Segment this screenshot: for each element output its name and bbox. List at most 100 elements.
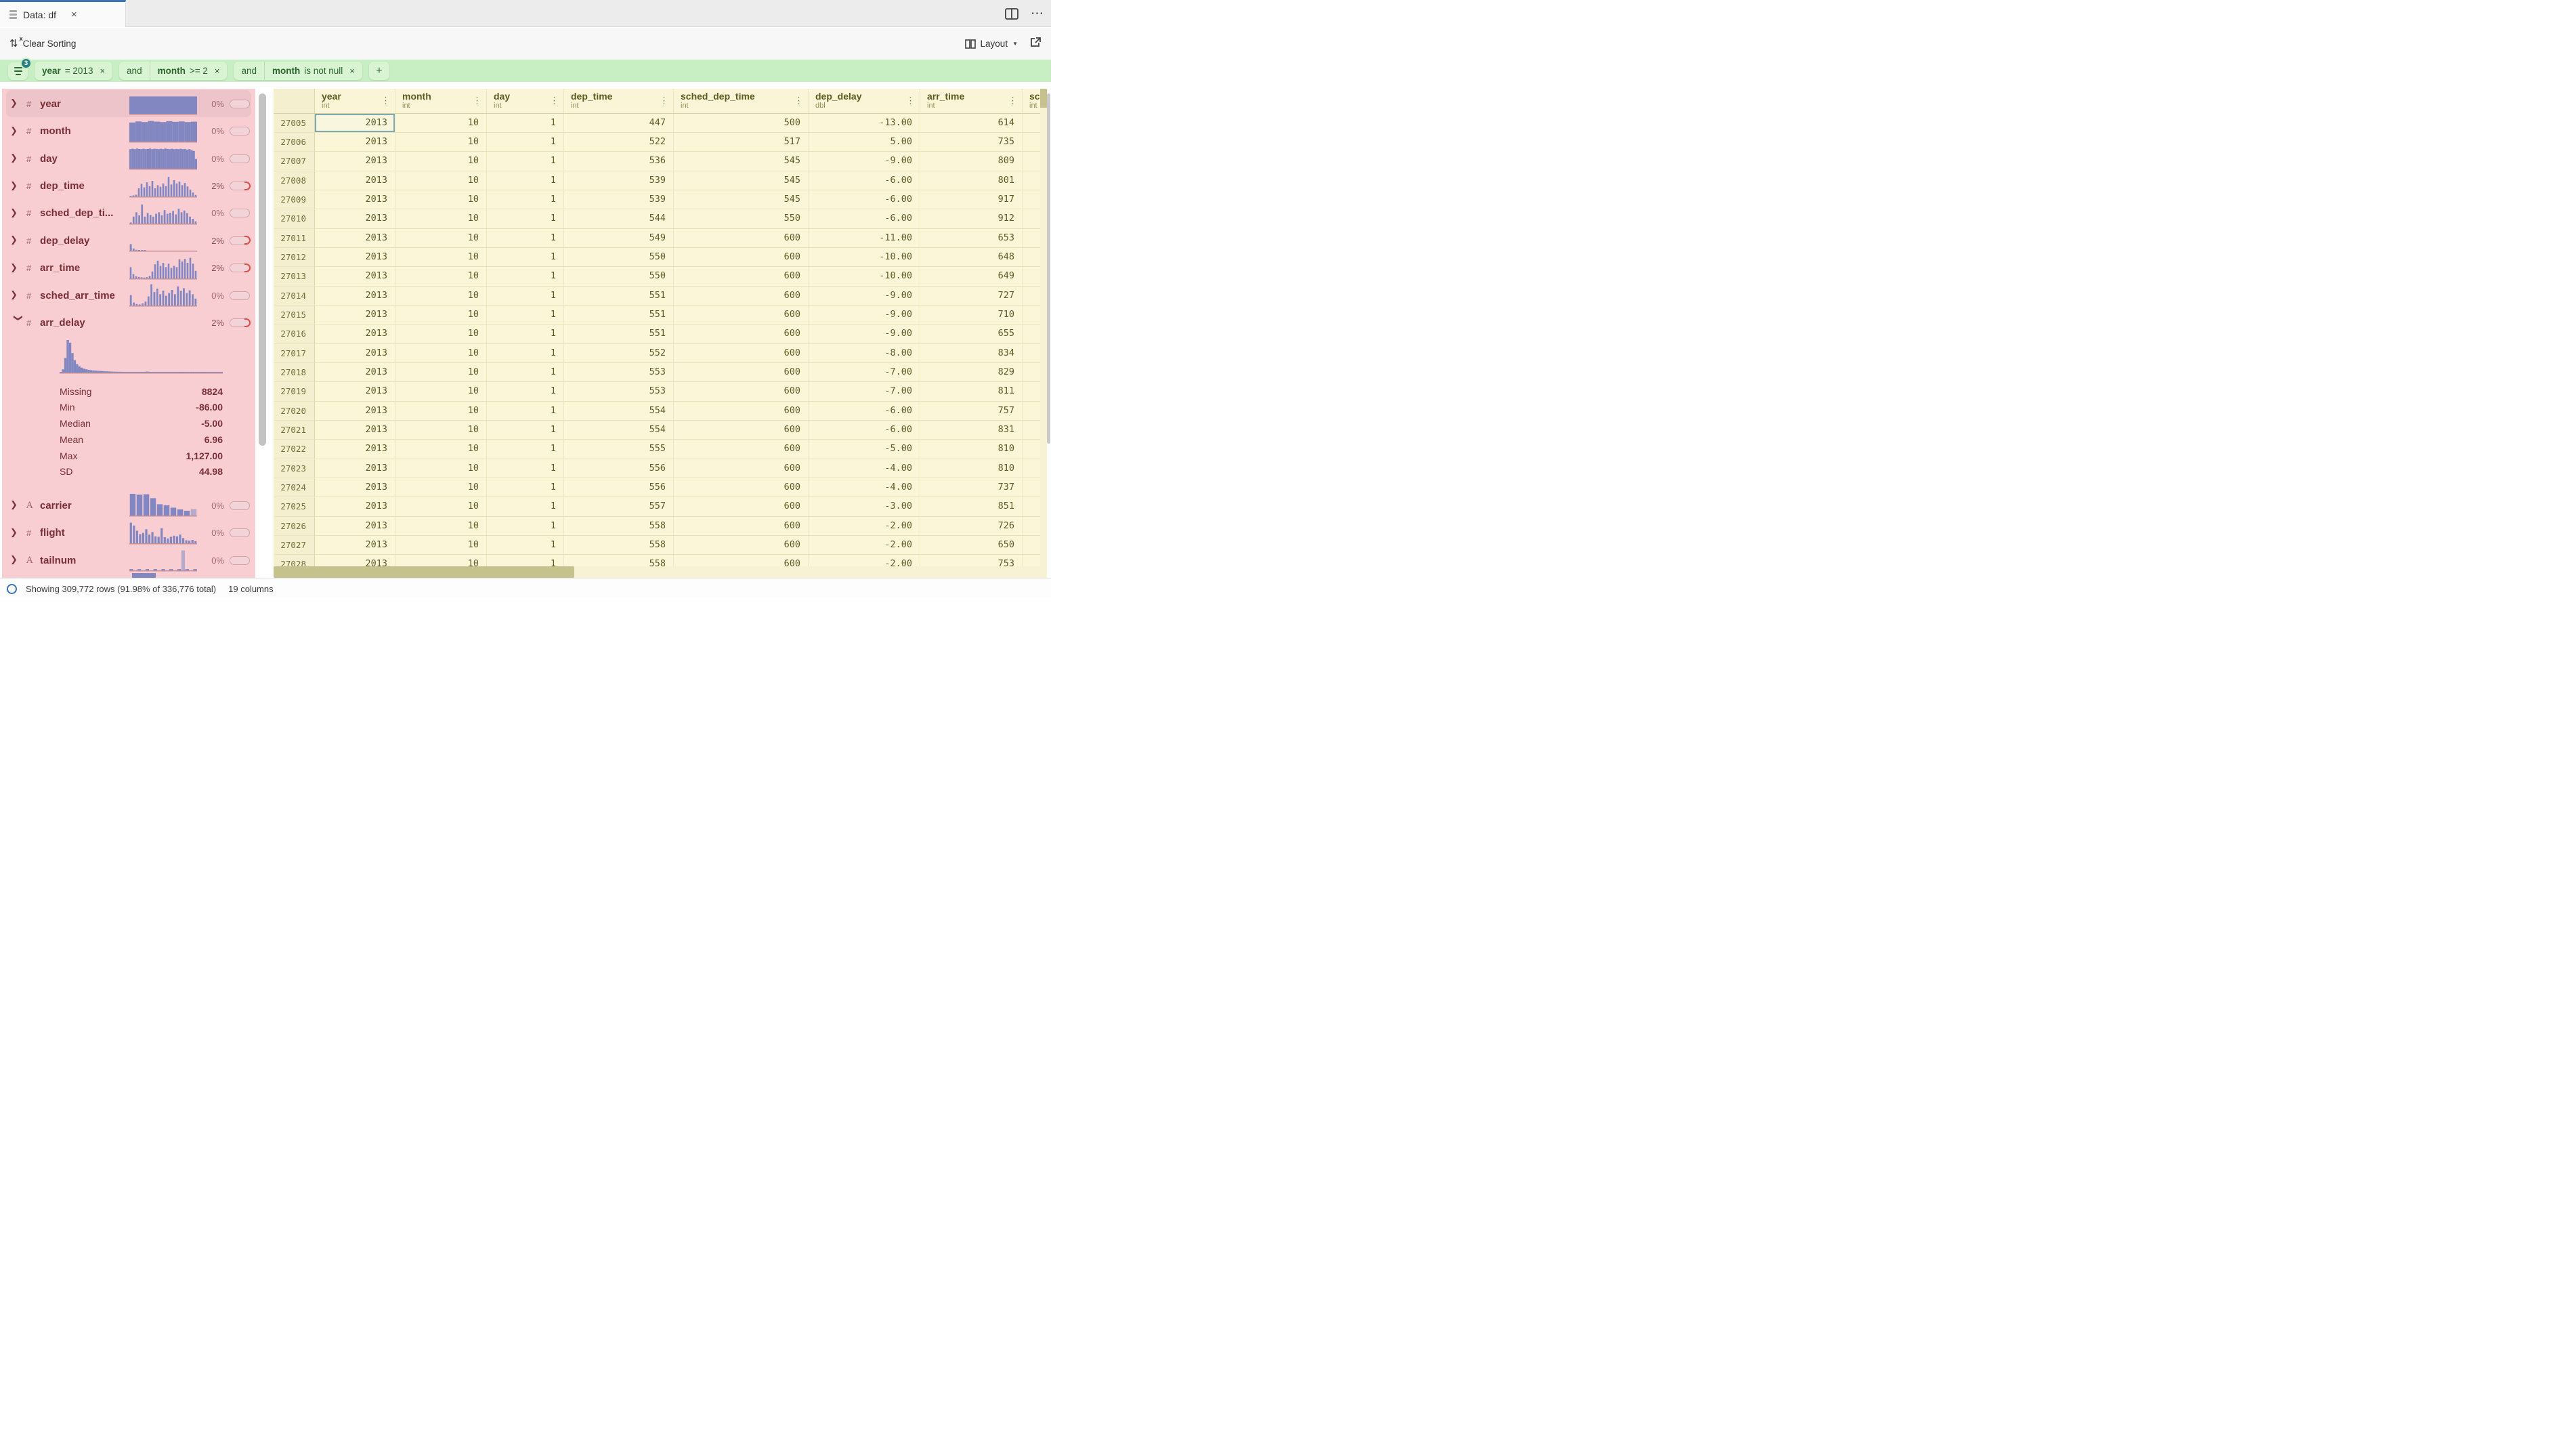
table-cell[interactable]: -2.00: [809, 536, 920, 555]
filter-pill[interactable]: andmonthis not null×: [234, 62, 362, 80]
table-cell[interactable]: 545: [674, 171, 809, 190]
table-cell[interactable]: 2013: [315, 287, 395, 306]
table-cell[interactable]: 2013: [315, 267, 395, 286]
table-cell[interactable]: 735: [920, 133, 1023, 152]
table-cell[interactable]: 650: [920, 536, 1023, 555]
table-cell[interactable]: 2013: [315, 363, 395, 382]
column-header-dep_time[interactable]: dep_timeint⋮: [564, 89, 674, 113]
row-number[interactable]: 27021: [274, 421, 315, 440]
table-cell[interactable]: 600: [674, 267, 809, 286]
table-cell[interactable]: -9.00: [809, 306, 920, 324]
grid-horizontal-scrollbar-thumb[interactable]: [274, 566, 574, 578]
table-cell[interactable]: 810: [920, 440, 1023, 459]
chevron-collapsed-icon[interactable]: ❯: [10, 180, 26, 191]
sidebar-column-row[interactable]: ❯#sched_arr_time0%: [6, 282, 251, 309]
table-cell[interactable]: 1: [487, 382, 564, 401]
table-cell[interactable]: -7.00: [809, 363, 920, 382]
filter-menu-button[interactable]: 3: [8, 62, 28, 80]
chevron-expanded-icon[interactable]: ❯: [13, 314, 24, 331]
table-cell[interactable]: 600: [674, 536, 809, 555]
table-cell[interactable]: 558: [564, 517, 674, 536]
chevron-collapsed-icon[interactable]: ❯: [10, 499, 26, 510]
chevron-collapsed-icon[interactable]: ❯: [10, 262, 26, 273]
column-menu-icon[interactable]: ⋮: [906, 96, 915, 106]
table-cell[interactable]: 1: [487, 267, 564, 286]
table-cell[interactable]: 600: [674, 248, 809, 267]
chevron-collapsed-icon[interactable]: ❯: [10, 125, 26, 136]
table-cell[interactable]: 600: [674, 459, 809, 478]
table-cell[interactable]: 2013: [315, 209, 395, 228]
table-cell[interactable]: 600: [674, 306, 809, 324]
table-cell[interactable]: -5.00: [809, 440, 920, 459]
table-cell[interactable]: 1: [487, 363, 564, 382]
sidebar-column-row[interactable]: ❯#day0%: [6, 145, 251, 172]
column-header-arr_time[interactable]: arr_timeint⋮: [920, 89, 1023, 113]
row-number[interactable]: 27011: [274, 229, 315, 248]
row-number[interactable]: 27012: [274, 248, 315, 267]
table-cell[interactable]: 553: [564, 363, 674, 382]
column-menu-icon[interactable]: ⋮: [473, 96, 481, 106]
table-cell[interactable]: 600: [674, 229, 809, 248]
table-cell[interactable]: -6.00: [809, 171, 920, 190]
table-cell[interactable]: -7.00: [809, 382, 920, 401]
close-icon[interactable]: ×: [71, 9, 77, 20]
table-cell[interactable]: 600: [674, 324, 809, 343]
table-cell[interactable]: -10.00: [809, 267, 920, 286]
table-cell[interactable]: 10: [395, 190, 487, 209]
table-cell[interactable]: 2013: [315, 402, 395, 421]
table-cell[interactable]: 1: [487, 114, 564, 133]
table-cell[interactable]: 917: [920, 190, 1023, 209]
table-cell[interactable]: 10: [395, 306, 487, 324]
table-cell[interactable]: -11.00: [809, 229, 920, 248]
table-cell[interactable]: 834: [920, 344, 1023, 363]
table-cell[interactable]: 2013: [315, 171, 395, 190]
table-cell[interactable]: -9.00: [809, 287, 920, 306]
sidebar-column-row[interactable]: ❯#arr_delay2%: [6, 310, 251, 337]
table-cell[interactable]: 649: [920, 267, 1023, 286]
table-cell[interactable]: 600: [674, 287, 809, 306]
table-cell[interactable]: -4.00: [809, 459, 920, 478]
table-cell[interactable]: 500: [674, 114, 809, 133]
table-cell[interactable]: -2.00: [809, 517, 920, 536]
chevron-collapsed-icon[interactable]: ❯: [10, 289, 26, 300]
column-menu-icon[interactable]: ⋮: [794, 96, 803, 106]
table-cell[interactable]: 2013: [315, 536, 395, 555]
table-cell[interactable]: -4.00: [809, 478, 920, 497]
table-cell[interactable]: 757: [920, 402, 1023, 421]
table-cell[interactable]: 544: [564, 209, 674, 228]
remove-filter-icon[interactable]: ×: [349, 66, 355, 76]
table-cell[interactable]: 551: [564, 306, 674, 324]
table-cell[interactable]: -8.00: [809, 344, 920, 363]
sidebar-scrollbar-thumb[interactable]: [259, 93, 266, 446]
table-cell[interactable]: 600: [674, 344, 809, 363]
table-cell[interactable]: 10: [395, 555, 487, 566]
table-cell[interactable]: 1: [487, 402, 564, 421]
table-cell[interactable]: -9.00: [809, 324, 920, 343]
table-cell[interactable]: 10: [395, 363, 487, 382]
table-cell[interactable]: 536: [564, 152, 674, 171]
row-number[interactable]: 27023: [274, 459, 315, 478]
table-cell[interactable]: 553: [564, 382, 674, 401]
table-cell[interactable]: 753: [920, 555, 1023, 566]
table-cell[interactable]: 710: [920, 306, 1023, 324]
split-view-icon[interactable]: [1005, 8, 1018, 20]
table-cell[interactable]: -13.00: [809, 114, 920, 133]
table-cell[interactable]: 10: [395, 171, 487, 190]
table-cell[interactable]: 614: [920, 114, 1023, 133]
table-cell[interactable]: 10: [395, 536, 487, 555]
sidebar-column-row[interactable]: ❯#flight0%: [6, 520, 251, 547]
column-menu-icon[interactable]: ⋮: [381, 96, 390, 106]
row-number[interactable]: 27013: [274, 267, 315, 286]
sidebar-column-row[interactable]: ❯Atailnum0%: [6, 547, 251, 574]
table-cell[interactable]: 2013: [315, 324, 395, 343]
table-cell[interactable]: 600: [674, 363, 809, 382]
grid-scrollbar-corner[interactable]: [1040, 89, 1047, 108]
row-number[interactable]: 27015: [274, 306, 315, 324]
grid-vertical-scrollbar-track[interactable]: [1040, 89, 1047, 578]
clear-sorting-button[interactable]: ⇅x Clear Sorting: [9, 39, 76, 49]
table-cell[interactable]: 2013: [315, 133, 395, 152]
table-cell[interactable]: 539: [564, 190, 674, 209]
table-cell[interactable]: -2.00: [809, 555, 920, 566]
row-number[interactable]: 27026: [274, 517, 315, 536]
table-cell[interactable]: 737: [920, 478, 1023, 497]
